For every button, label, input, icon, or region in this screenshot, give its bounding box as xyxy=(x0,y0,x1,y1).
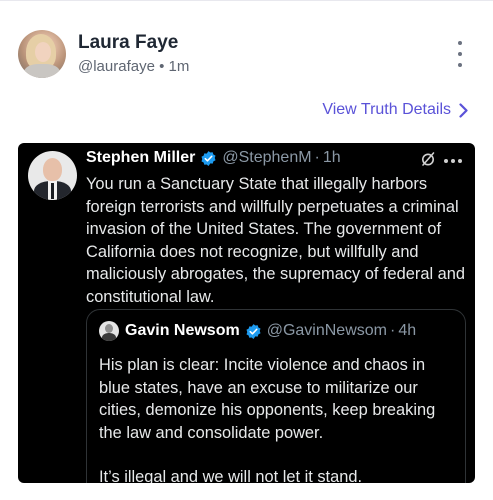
tweet-header: Stephen Miller @StephenM · 1h xyxy=(86,149,341,167)
view-truth-details-link[interactable]: View Truth Details xyxy=(322,101,468,119)
quoted-paragraph-2: It’s illegal and we will not let it stan… xyxy=(99,468,362,483)
quoted-author-name: Gavin Newsom xyxy=(125,322,240,339)
quoted-tweet[interactable]: Gavin Newsom @GavinNewsom · 4h His plan … xyxy=(86,309,466,483)
tweet-author-avatar xyxy=(28,151,77,200)
author-handle-time: @laurafaye • 1m xyxy=(78,58,190,75)
tweet-time: 1h xyxy=(322,149,341,166)
chevron-right-icon xyxy=(459,102,468,118)
grok-icon[interactable] xyxy=(420,151,436,167)
quoted-author-handle: @GavinNewsom xyxy=(266,322,387,339)
more-vertical-icon[interactable] xyxy=(454,41,466,67)
quoted-tweet-header: Gavin Newsom @GavinNewsom · 4h xyxy=(99,321,416,341)
quoted-separator: · xyxy=(389,322,396,339)
tweet-text: You run a Sanctuary State that illegally… xyxy=(86,175,466,306)
tweet-separator: · xyxy=(314,149,320,166)
quoted-author-avatar xyxy=(99,321,119,341)
top-divider xyxy=(0,0,493,1)
quoted-paragraph-1: His plan is clear: Incite violence and c… xyxy=(99,356,436,442)
view-truth-details-label: View Truth Details xyxy=(322,101,451,118)
quoted-time: 4h xyxy=(398,322,417,339)
more-horizontal-icon[interactable] xyxy=(444,159,462,163)
quoted-tweet-text: His plan is clear: Incite violence and c… xyxy=(99,354,455,483)
tweet-author-handle: @StephenM xyxy=(222,149,312,166)
embedded-tweet[interactable]: Stephen Miller @StephenM · 1h You run a … xyxy=(18,143,475,483)
author-avatar[interactable] xyxy=(18,30,66,78)
verified-badge-icon xyxy=(201,150,216,166)
verified-badge-icon xyxy=(246,323,261,339)
tweet-author-name: Stephen Miller xyxy=(86,149,196,166)
author-name[interactable]: Laura Faye xyxy=(78,32,178,54)
